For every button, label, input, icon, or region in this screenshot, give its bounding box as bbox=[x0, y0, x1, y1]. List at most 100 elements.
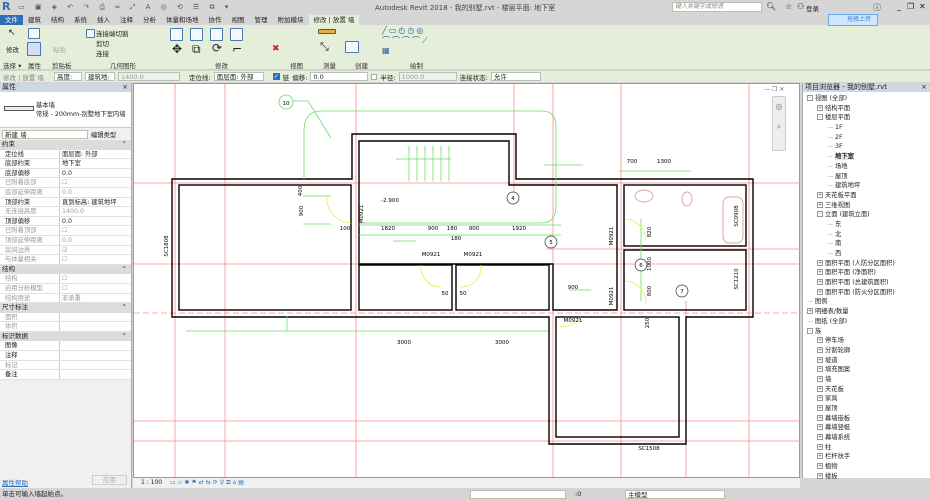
dimension-icon[interactable] bbox=[318, 29, 336, 34]
property-value[interactable]: 直到标高: 建筑地坪 bbox=[60, 198, 131, 207]
expand-icon[interactable]: + bbox=[817, 472, 823, 479]
tab-12[interactable]: 修改 | 放置 墙 bbox=[308, 15, 360, 25]
browser-item[interactable]: + 面积平面 (净面积) bbox=[803, 268, 930, 278]
tab-5[interactable]: 注释 bbox=[115, 15, 138, 25]
expand-icon[interactable]: + bbox=[817, 405, 823, 411]
expand-icon[interactable]: + bbox=[807, 308, 813, 315]
cut-geometry-button[interactable]: 剪切 bbox=[96, 38, 109, 48]
expand-icon[interactable]: + bbox=[817, 385, 823, 392]
browser-item[interactable]: — 北 bbox=[803, 230, 930, 240]
paste-button[interactable]: 粘贴 bbox=[53, 44, 66, 54]
type-properties-icon[interactable] bbox=[28, 28, 40, 39]
star-icon[interactable]: ☆ bbox=[785, 2, 792, 11]
expand-icon[interactable]: + bbox=[817, 259, 823, 266]
browser-item[interactable]: + 面积平面 (人防分区面积) bbox=[803, 259, 930, 269]
expand-icon[interactable]: + bbox=[817, 375, 823, 382]
browser-item[interactable]: + 屋顶 bbox=[803, 404, 930, 414]
collapse-icon[interactable]: - bbox=[807, 327, 813, 334]
browser-item[interactable]: + 家具 bbox=[803, 394, 930, 404]
radius-checkbox[interactable] bbox=[371, 73, 378, 80]
browser-item[interactable]: — 屋顶 bbox=[803, 172, 930, 182]
navigation-bar[interactable]: ◎ ⌕ bbox=[772, 96, 786, 151]
tab-9[interactable]: 视图 bbox=[227, 15, 250, 25]
create-group-icon[interactable] bbox=[345, 41, 359, 53]
browser-item[interactable]: + 天花板平面 bbox=[803, 191, 930, 201]
property-value[interactable] bbox=[60, 341, 131, 350]
browser-item[interactable]: + 幕墙竖梃 bbox=[803, 423, 930, 433]
browser-item[interactable]: + 明细表/数量 bbox=[803, 307, 930, 317]
browser-item[interactable]: —3F bbox=[803, 142, 930, 152]
expand-icon[interactable]: + bbox=[817, 424, 823, 431]
property-value[interactable] bbox=[60, 361, 131, 370]
browser-item[interactable]: — 南 bbox=[803, 239, 930, 249]
browser-item[interactable]: + 墙 bbox=[803, 375, 930, 385]
radius-field[interactable]: 1000.0 bbox=[398, 72, 457, 81]
tab-2[interactable]: 结构 bbox=[46, 15, 69, 25]
drawing-area[interactable]: 10 -2.900 400 900 100 1820 900 180 900 1920 180 M09… bbox=[133, 83, 801, 479]
property-value[interactable]: 0.0 bbox=[60, 169, 131, 178]
browser-item[interactable]: + 楼板 bbox=[803, 472, 930, 482]
draw-tools[interactable]: ╱▭◴◷◎ ⌒⌒⌒⌒⟋ ▦ bbox=[382, 26, 440, 58]
expand-icon[interactable]: + bbox=[817, 191, 823, 198]
join-status-select[interactable]: 允许 bbox=[490, 72, 541, 81]
browser-item[interactable]: - 视图 (全部) bbox=[803, 94, 930, 104]
search-icon[interactable]: 🔍︎ bbox=[766, 2, 776, 11]
join-cut-button[interactable]: 连接端切割 bbox=[96, 28, 129, 38]
property-value[interactable]: 1400.0 bbox=[60, 207, 131, 216]
expand-icon[interactable]: + bbox=[817, 453, 823, 460]
browser-item[interactable]: + 面积平面 (总建筑面积) bbox=[803, 278, 930, 288]
browser-item[interactable]: — 图纸 (全部) bbox=[803, 317, 930, 327]
expand-icon[interactable]: + bbox=[817, 279, 823, 286]
browser-item[interactable]: —2F bbox=[803, 133, 930, 143]
minimize-button[interactable]: _ bbox=[897, 2, 901, 11]
apply-button[interactable]: 应用 bbox=[92, 475, 127, 485]
collapse-icon[interactable]: ⌃ bbox=[122, 265, 127, 275]
browser-item[interactable]: + 坡道 bbox=[803, 356, 930, 366]
rotate-icon[interactable]: ⟳ bbox=[212, 41, 222, 55]
floor-plan[interactable]: 10 -2.900 400 900 100 1820 900 180 900 1920 180 M09… bbox=[134, 84, 801, 479]
property-group-header[interactable]: 结构 ⌃ bbox=[0, 264, 131, 275]
tab-8[interactable]: 协作 bbox=[204, 15, 227, 25]
expand-icon[interactable]: + bbox=[817, 346, 823, 353]
property-value[interactable]: 地下室 bbox=[60, 159, 131, 168]
expand-icon[interactable]: + bbox=[817, 288, 823, 295]
workset-select[interactable] bbox=[470, 490, 566, 499]
tab-4[interactable]: 插入 bbox=[92, 15, 115, 25]
browser-item[interactable]: — 东 bbox=[803, 220, 930, 230]
design-option-select[interactable]: 主模型 bbox=[625, 490, 725, 499]
offset-icon[interactable] bbox=[190, 28, 203, 41]
expand-icon[interactable]: + bbox=[817, 201, 823, 208]
property-group-header[interactable]: 约束 ⌃ bbox=[0, 140, 131, 150]
login-link[interactable]: 登录 bbox=[806, 3, 819, 13]
collapse-icon[interactable]: ⌃ bbox=[122, 303, 127, 313]
collapse-icon[interactable]: ⌃ bbox=[122, 140, 127, 150]
browser-item[interactable]: + 分割轮廓 bbox=[803, 346, 930, 356]
property-value[interactable]: ☐ bbox=[60, 255, 131, 264]
collapse-icon[interactable]: - bbox=[817, 211, 823, 218]
close-button[interactable]: ✕ bbox=[919, 2, 926, 11]
upload-button[interactable]: 拖拽上传 bbox=[828, 14, 878, 26]
browser-item[interactable]: —1F bbox=[803, 123, 930, 133]
join-geometry-button[interactable]: 连接 bbox=[96, 48, 109, 58]
height-value-field[interactable]: 1400.0 bbox=[118, 72, 180, 81]
restore-button[interactable]: ❐ bbox=[907, 2, 914, 11]
expand-icon[interactable]: + bbox=[817, 356, 823, 363]
tab-11[interactable]: 附加模块 bbox=[273, 15, 309, 25]
type-selector[interactable]: 基本墙 常规 - 200mm-别墅地下室内墙 bbox=[0, 92, 131, 128]
properties-help-link[interactable]: 属性帮助 bbox=[2, 477, 28, 487]
property-value[interactable]: 0.0 bbox=[60, 188, 131, 197]
browser-item[interactable]: - 立面 (建筑立面) bbox=[803, 210, 930, 220]
property-value[interactable]: 0.0 bbox=[60, 236, 131, 245]
mirror-axis-icon[interactable] bbox=[210, 28, 223, 41]
collapse-icon[interactable]: - bbox=[807, 95, 813, 101]
move-icon[interactable]: ✥ bbox=[172, 42, 182, 56]
property-value[interactable]: 0.0 bbox=[60, 217, 131, 226]
cut-icon[interactable] bbox=[86, 29, 95, 38]
browser-item[interactable]: + 天花板 bbox=[803, 385, 930, 395]
view-scale[interactable]: 1 : 100 bbox=[141, 479, 162, 486]
browser-item[interactable]: -族 bbox=[803, 327, 930, 337]
tab-10[interactable]: 管理 bbox=[250, 15, 273, 25]
properties-icon[interactable] bbox=[27, 42, 41, 56]
expand-icon[interactable]: + bbox=[817, 443, 823, 450]
property-value[interactable]: ☐ bbox=[60, 284, 131, 293]
